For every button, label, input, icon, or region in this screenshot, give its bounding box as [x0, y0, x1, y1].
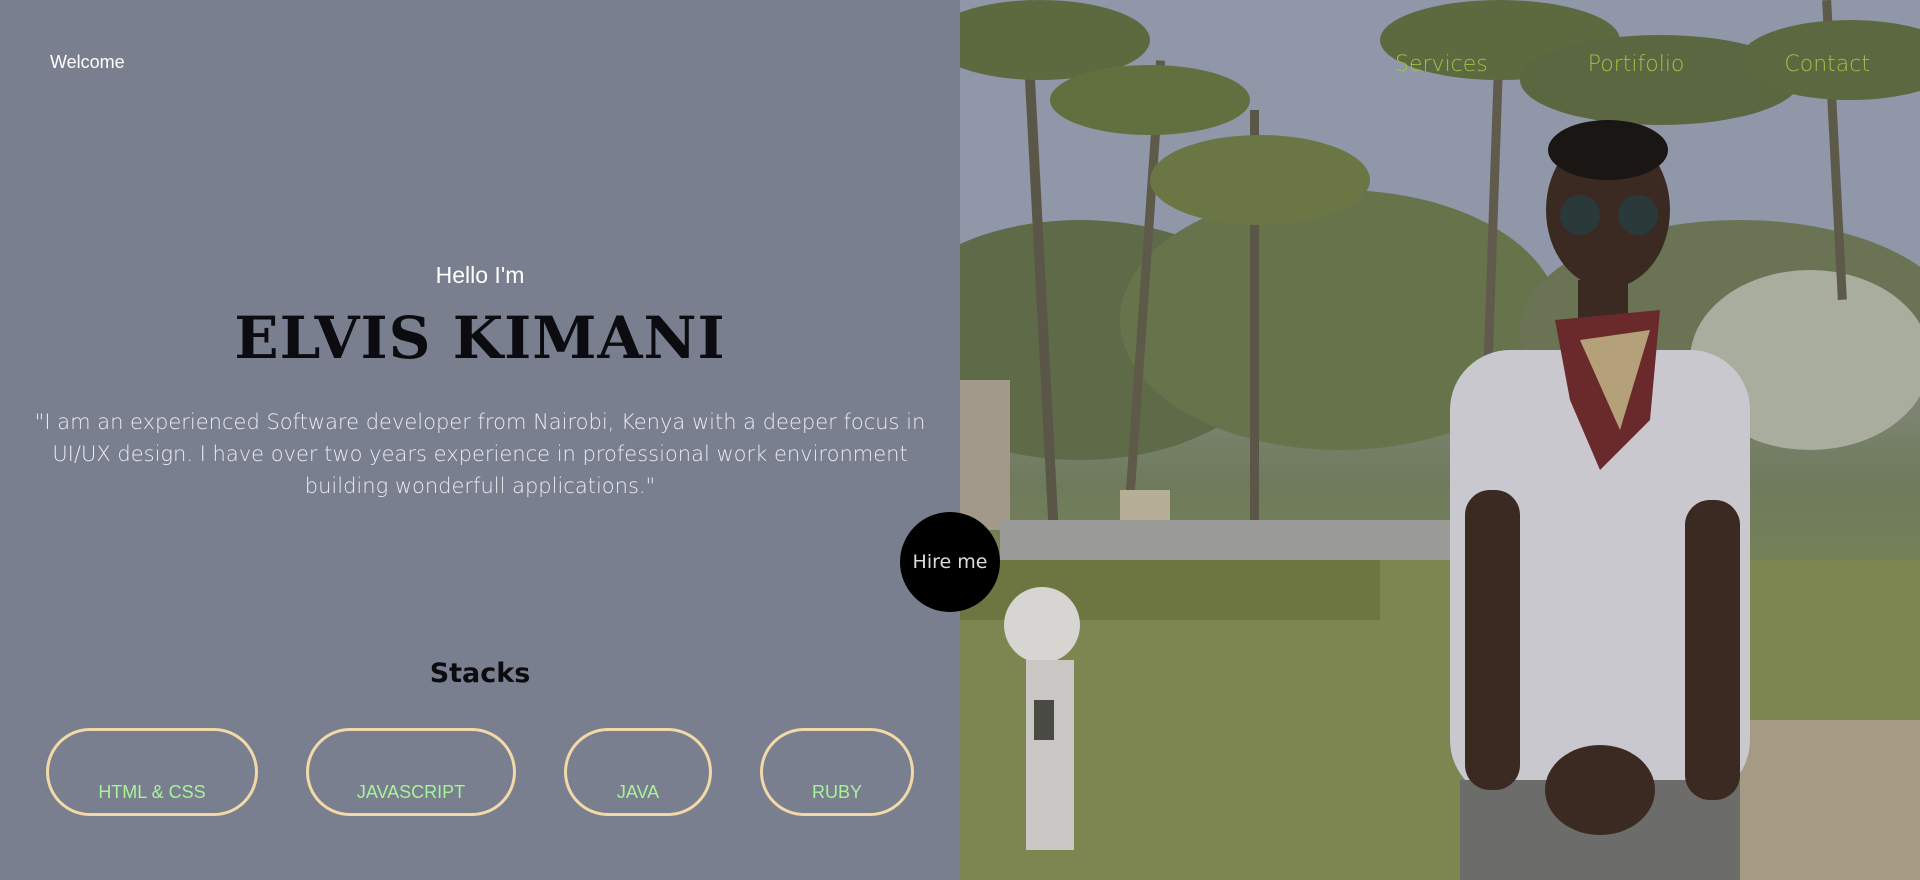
- stack-pill-html-css[interactable]: HTML & CSS: [46, 728, 258, 816]
- nav-item-portfolio[interactable]: Portifolio: [1588, 52, 1685, 77]
- stack-pill-java[interactable]: JAVA: [564, 728, 712, 816]
- portrait-photo: [960, 0, 1920, 880]
- photo-illustration: [960, 0, 1920, 880]
- welcome-label: Welcome: [50, 52, 125, 72]
- hire-me-button[interactable]: Hire me: [900, 512, 1000, 612]
- stack-pill-javascript[interactable]: JAVASCRIPT: [306, 728, 516, 816]
- stack-pill-ruby[interactable]: RUBY: [760, 728, 914, 816]
- nav-item-contact[interactable]: Contact: [1784, 52, 1870, 77]
- main-nav: Services Portifolio Contact: [1395, 52, 1870, 77]
- greeting-text: Hello I'm: [435, 262, 525, 288]
- bio-text: "I am an experienced Software developer …: [34, 410, 926, 498]
- person-name: ELVIS KIMANI: [234, 304, 726, 372]
- nav-item-services[interactable]: Services: [1395, 52, 1488, 77]
- stacks-title: Stacks: [429, 658, 531, 689]
